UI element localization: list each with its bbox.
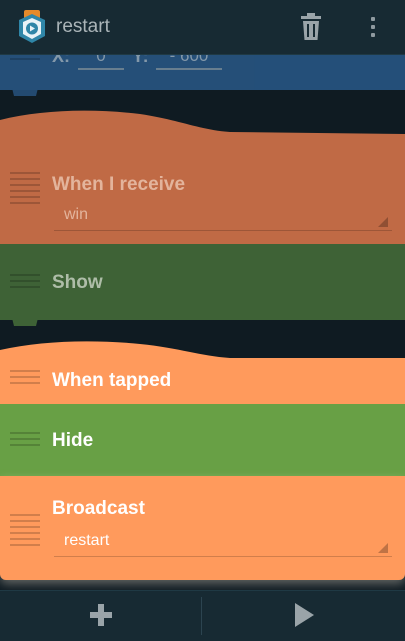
add-brick-button[interactable] bbox=[0, 591, 201, 641]
overflow-menu-icon[interactable] bbox=[366, 14, 380, 40]
message-dropdown[interactable]: win bbox=[54, 202, 392, 231]
drag-handle[interactable] bbox=[10, 172, 40, 208]
drag-handle[interactable] bbox=[10, 514, 40, 550]
play-button[interactable] bbox=[203, 591, 405, 641]
divider bbox=[201, 597, 202, 635]
show-label: Show bbox=[52, 272, 103, 293]
broadcast-label: Broadcast bbox=[52, 498, 145, 519]
plus-icon bbox=[90, 604, 112, 626]
hide-brick[interactable]: Hide bbox=[0, 404, 405, 476]
drag-handle[interactable] bbox=[10, 432, 40, 450]
dropdown-arrow-icon bbox=[378, 217, 388, 227]
broadcast-brick[interactable]: Broadcast restart bbox=[0, 476, 405, 580]
when-tapped-label: When tapped bbox=[52, 370, 172, 391]
dropdown-arrow-icon bbox=[378, 543, 388, 553]
pocket-code-app-icon[interactable] bbox=[16, 10, 48, 44]
when-i-receive-label: When I receive bbox=[52, 174, 186, 195]
bottom-bar bbox=[0, 590, 405, 641]
broadcast-message-dropdown[interactable]: restart bbox=[54, 528, 392, 557]
drag-handle[interactable] bbox=[10, 274, 40, 292]
play-icon bbox=[295, 603, 314, 627]
message-value: win bbox=[64, 206, 89, 223]
trash-icon[interactable] bbox=[300, 13, 322, 41]
show-brick[interactable]: Show bbox=[0, 244, 405, 326]
when-tapped-brick[interactable]: When tapped bbox=[0, 340, 405, 406]
action-bar: restart bbox=[0, 0, 405, 55]
broadcast-message-value: restart bbox=[64, 532, 110, 549]
hide-label: Hide bbox=[52, 430, 94, 451]
screen-title: restart bbox=[56, 16, 110, 37]
drag-handle[interactable] bbox=[10, 370, 40, 388]
when-i-receive-brick[interactable]: When I receive win bbox=[0, 106, 405, 246]
